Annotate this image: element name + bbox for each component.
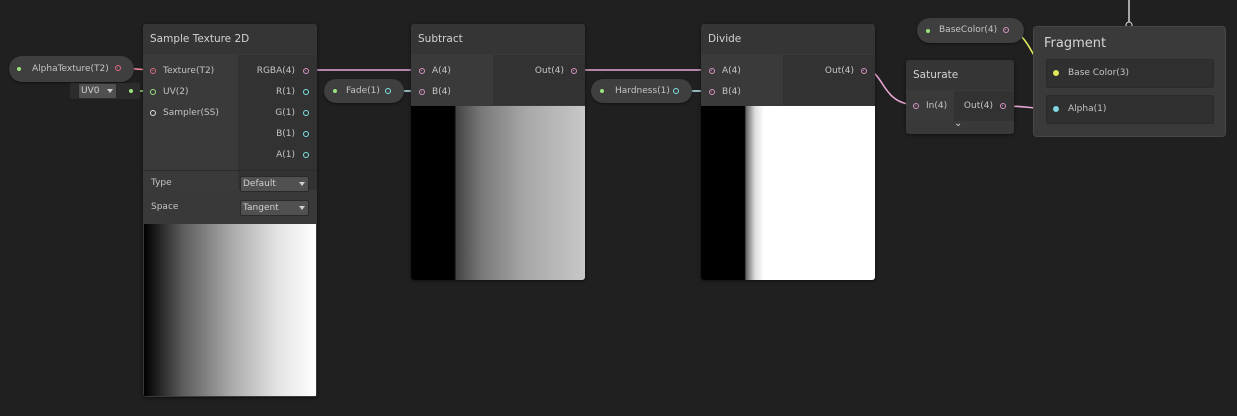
input-panel (701, 55, 783, 105)
base-color-label: BaseColor(4) (939, 25, 998, 35)
b-output-port[interactable] (303, 131, 309, 137)
chevron-down-icon (107, 89, 113, 93)
space-dropdown[interactable]: Tangent (240, 200, 309, 216)
sampler-input-label: Sampler(SS) (163, 108, 219, 118)
saturate-node[interactable]: Saturate In(4) Out(4) ⌄ (906, 60, 1014, 134)
space-dropdown-value: Tangent (243, 203, 279, 213)
expand-preview-chevron[interactable]: ⌄ (954, 118, 962, 130)
a-output-label: A(1) (276, 150, 295, 160)
base-color-property[interactable]: BaseColor(4) (917, 18, 1024, 43)
out-output-port[interactable] (1000, 103, 1006, 109)
settings-divider (143, 170, 317, 171)
base-color-slot-label: Base Color(3) (1068, 68, 1130, 78)
fragment-context[interactable]: Fragment Base Color(3) Alpha(1) (1033, 26, 1226, 137)
property-green-marker (600, 89, 604, 93)
subtract-preview (411, 106, 585, 280)
rgba-output-label: RGBA(4) (256, 66, 295, 76)
type-dropdown-value: Default (243, 179, 276, 189)
property-green-marker (926, 29, 930, 33)
uv-dropdown-value: UV0 (81, 86, 100, 96)
divide-node[interactable]: Divide A(4) B(4) Out(4) (701, 24, 875, 280)
r-output-port[interactable] (303, 89, 309, 95)
node-title: Saturate (906, 60, 1014, 90)
alpha-texture-output-port[interactable] (115, 65, 121, 71)
property-green-marker (17, 67, 21, 71)
type-dropdown[interactable]: Default (240, 176, 309, 192)
r-output-label: R(1) (275, 87, 295, 97)
property-green-marker (333, 89, 337, 93)
uv-output-port[interactable] (129, 89, 133, 93)
texture-input-port[interactable] (150, 68, 156, 74)
subtract-node[interactable]: Subtract A(4) B(4) Out(4) (411, 24, 585, 280)
uv-input-label: UV(2) (163, 87, 189, 97)
fade-property[interactable]: Fade(1) (324, 79, 404, 103)
alpha-block[interactable]: Alpha(1) (1046, 95, 1214, 124)
texture-preview (144, 224, 316, 396)
in-input-port[interactable] (913, 103, 919, 109)
sampler-input-port[interactable] (150, 110, 156, 116)
base-color-input-port[interactable] (1053, 70, 1059, 76)
uv-dropdown[interactable]: UV0 (78, 83, 117, 99)
a-input-label: A(4) (432, 66, 451, 76)
texture-input-label: Texture(T2) (163, 66, 215, 76)
divide-preview (701, 106, 875, 280)
out-output-port[interactable] (861, 68, 867, 74)
b-output-label: B(1) (276, 129, 295, 139)
uv-dropdown-container: UV0 (70, 83, 140, 99)
b-input-label: B(4) (432, 87, 451, 97)
alpha-slot-label: Alpha(1) (1068, 104, 1107, 114)
a-input-port[interactable] (419, 68, 425, 74)
node-title: Sample Texture 2D (143, 24, 317, 54)
uv-input-port[interactable] (150, 89, 156, 95)
space-label: Space (151, 202, 179, 212)
chevron-down-icon (299, 206, 305, 210)
chevron-down-icon (299, 182, 305, 186)
b-input-port[interactable] (709, 89, 715, 95)
base-color-block[interactable]: Base Color(3) (1046, 59, 1214, 88)
rgba-output-port[interactable] (303, 68, 309, 74)
fragment-title: Fragment (1044, 36, 1107, 51)
a-input-port[interactable] (709, 68, 715, 74)
out-output-label: Out(4) (824, 66, 854, 76)
alpha-input-port[interactable] (1053, 106, 1059, 112)
alpha-texture-label: AlphaTexture(T2) (32, 64, 109, 74)
input-panel (411, 55, 493, 105)
hardness-property[interactable]: Hardness(1) (591, 79, 692, 103)
out-output-label: Out(4) (963, 101, 993, 111)
a-output-port[interactable] (303, 152, 309, 158)
fade-label: Fade(1) (346, 86, 380, 96)
g-output-label: G(1) (275, 108, 295, 118)
node-title: Subtract (411, 24, 585, 54)
fade-output-port[interactable] (385, 88, 391, 94)
base-color-output-port[interactable] (1003, 27, 1009, 33)
sample-texture-2d-node[interactable]: Sample Texture 2D Texture(T2) UV(2) Samp… (143, 24, 317, 397)
in-input-label: In(4) (926, 101, 948, 111)
node-title: Divide (701, 24, 875, 54)
type-label: Type (151, 178, 172, 188)
out-output-port[interactable] (571, 68, 577, 74)
out-output-label: Out(4) (534, 66, 564, 76)
a-input-label: A(4) (722, 66, 741, 76)
b-input-port[interactable] (419, 89, 425, 95)
g-output-port[interactable] (303, 110, 309, 116)
alpha-texture-property[interactable]: AlphaTexture(T2) (9, 56, 134, 82)
b-input-label: B(4) (722, 87, 741, 97)
hardness-output-port[interactable] (673, 88, 679, 94)
hardness-label: Hardness(1) (615, 86, 670, 96)
